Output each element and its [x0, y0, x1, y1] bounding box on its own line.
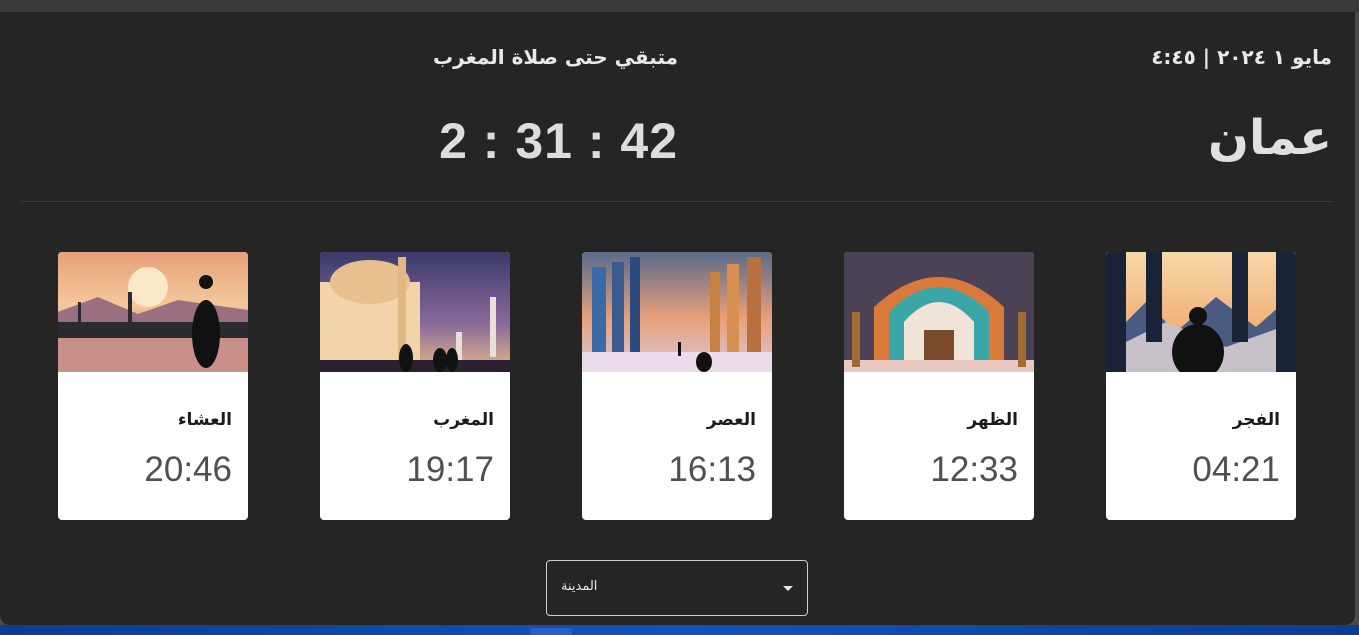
countdown-timer: 2 : 31 : 42 [439, 113, 678, 169]
fajr-image [1106, 252, 1296, 372]
isha-image [58, 252, 248, 372]
prayer-card-maghrib: المغرب 19:17 [320, 252, 510, 520]
prayer-name: الفجر [1232, 410, 1280, 430]
taskbar [0, 625, 1359, 635]
prayer-name: الظهر [967, 410, 1018, 430]
city-title: عمان [1208, 110, 1332, 166]
header: مايو ١ ٢٠٢٤ | ٤:٤٥ عمان متبقي حتى صلاة ا… [0, 12, 1355, 202]
taskbar-button[interactable] [530, 628, 572, 635]
prayer-times-app: مايو ١ ٢٠٢٤ | ٤:٤٥ عمان متبقي حتى صلاة ا… [0, 12, 1355, 625]
prayer-name: العشاء [177, 410, 232, 430]
prayer-name: العصر [706, 410, 756, 430]
prayer-card-fajr: الفجر 04:21 [1106, 252, 1296, 520]
asr-image [582, 252, 772, 372]
dhuhr-image [844, 252, 1034, 372]
prayer-time: 20:46 [144, 450, 232, 489]
prayer-name: المغرب [433, 410, 494, 430]
prayer-card-isha: العشاء 20:46 [58, 252, 248, 520]
prayer-card-asr: العصر 16:13 [582, 252, 772, 520]
prayer-card-dhuhr: الظهر 12:33 [844, 252, 1034, 520]
prayer-time: 04:21 [1192, 450, 1280, 489]
prayer-time: 16:13 [668, 450, 756, 489]
city-select-label: المدينة [561, 579, 598, 594]
city-select[interactable]: المدينة [546, 560, 808, 616]
prayer-cards: الفجر 04:21 الظهر 12:33 العصر 16:13 المغ… [58, 252, 1296, 520]
browser-top-strip [0, 0, 1359, 12]
maghrib-image [320, 252, 510, 372]
header-divider [22, 201, 1332, 202]
current-date-time: مايو ١ ٢٠٢٤ | ٤:٤٥ [1151, 45, 1332, 69]
chevron-down-icon [783, 586, 793, 591]
countdown-label: متبقي حتى صلاة المغرب [433, 45, 678, 69]
prayer-time: 19:17 [406, 450, 494, 489]
prayer-time: 12:33 [930, 450, 1018, 489]
